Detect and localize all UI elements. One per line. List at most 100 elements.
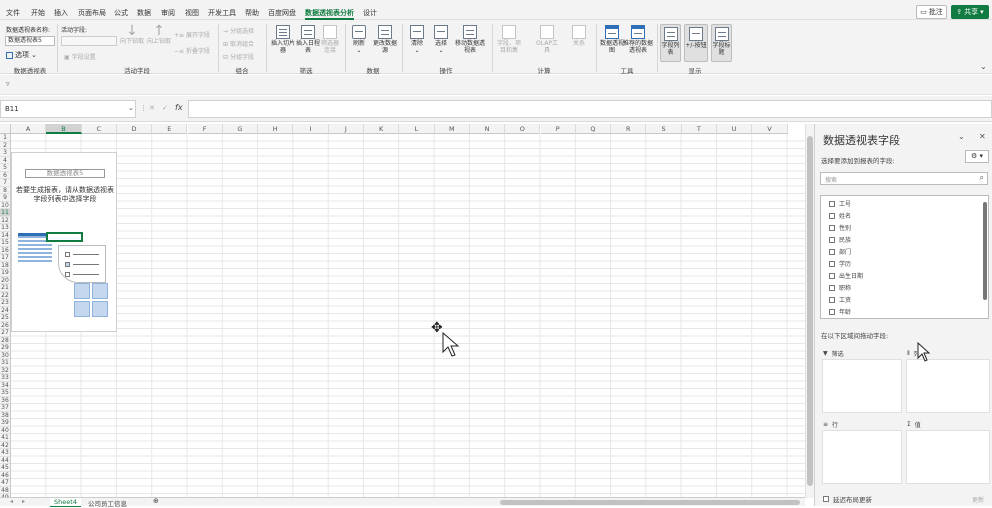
insert-timeline-button[interactable]: 插入日程表 bbox=[295, 25, 321, 54]
row-header[interactable]: 1 bbox=[0, 134, 11, 142]
column-header[interactable]: L bbox=[399, 124, 435, 134]
change-data-source-button[interactable]: 更改数据源 bbox=[372, 25, 398, 54]
row-header[interactable]: 3 bbox=[0, 149, 11, 157]
field-item[interactable]: 学历 bbox=[829, 259, 851, 268]
field-item[interactable]: 年龄 bbox=[829, 307, 851, 316]
field-item[interactable]: 姓名 bbox=[829, 211, 851, 220]
active-field-input[interactable] bbox=[61, 36, 117, 46]
checkbox-icon[interactable] bbox=[829, 224, 835, 231]
field-list-scrollbar[interactable] bbox=[983, 202, 987, 300]
prev-sheet-icon[interactable]: ◂ bbox=[10, 498, 13, 505]
expand-field-button[interactable]: +≡ 展开字段 bbox=[174, 30, 210, 39]
plus-minus-buttons-toggle[interactable]: +/-按钮 bbox=[684, 24, 708, 62]
close-icon[interactable]: ✕ bbox=[979, 132, 986, 141]
row-header[interactable]: 21 bbox=[0, 284, 11, 292]
row-header[interactable]: 26 bbox=[0, 321, 11, 329]
row-header[interactable]: 6 bbox=[0, 171, 11, 179]
row-header[interactable]: 48 bbox=[0, 486, 11, 494]
row-header[interactable]: 36 bbox=[0, 396, 11, 404]
recommended-pivot-button[interactable]: 推荐的数据透视表 bbox=[623, 25, 653, 54]
cancel-icon[interactable]: ✕ bbox=[149, 104, 155, 112]
field-item[interactable]: 出生日期 bbox=[829, 271, 863, 280]
name-box[interactable]: B11 bbox=[0, 100, 136, 118]
horizontal-scroll-thumb[interactable] bbox=[500, 500, 800, 505]
checkbox-icon[interactable] bbox=[829, 296, 835, 303]
rows-drop-area[interactable] bbox=[822, 430, 902, 484]
row-header[interactable]: 38 bbox=[0, 411, 11, 419]
row-header[interactable]: 45 bbox=[0, 464, 11, 472]
chevron-down-icon[interactable]: ⌄ bbox=[958, 132, 965, 141]
group-field-button[interactable]: ⊟ 分组字段 bbox=[223, 52, 254, 61]
row-header[interactable]: 24 bbox=[0, 306, 11, 314]
column-header[interactable]: C bbox=[81, 124, 117, 134]
confirm-icon[interactable]: ✓ bbox=[162, 104, 168, 112]
options-button[interactable]: 选项 ⌄ bbox=[6, 50, 37, 60]
row-header[interactable]: 41 bbox=[0, 434, 11, 442]
row-header[interactable]: 16 bbox=[0, 246, 11, 254]
tab-help[interactable]: 帮助 bbox=[245, 8, 259, 20]
field-settings-button[interactable]: ▣ 字段设置 bbox=[64, 52, 96, 61]
row-header[interactable]: 11 bbox=[0, 209, 11, 217]
column-header[interactable]: S bbox=[646, 124, 682, 134]
filters-drop-area[interactable] bbox=[822, 359, 902, 413]
formula-input[interactable] bbox=[188, 100, 992, 118]
row-header[interactable]: 30 bbox=[0, 351, 11, 359]
row-header[interactable]: 13 bbox=[0, 224, 11, 232]
tab-file[interactable]: 文件 bbox=[6, 8, 20, 20]
tab-baidu-pan[interactable]: 百度网盘 bbox=[268, 8, 296, 20]
field-item[interactable]: 职称 bbox=[829, 283, 851, 292]
field-search-input[interactable]: 搜索 ⌕ bbox=[820, 172, 988, 185]
tab-data[interactable]: 数据 bbox=[137, 8, 151, 20]
tab-page-layout[interactable]: 页面布局 bbox=[78, 8, 106, 20]
row-header[interactable]: 47 bbox=[0, 479, 11, 487]
row-header[interactable]: 25 bbox=[0, 314, 11, 322]
next-sheet-icon[interactable]: ▸ bbox=[22, 498, 25, 505]
row-header[interactable]: 2 bbox=[0, 141, 11, 149]
columns-drop-area[interactable] bbox=[906, 359, 990, 413]
tab-insert[interactable]: 插入 bbox=[54, 8, 68, 20]
pivotchart-button[interactable]: 数据透视图 bbox=[599, 25, 625, 54]
column-header[interactable]: D bbox=[116, 124, 153, 134]
drill-up-button[interactable]: ↑ 向上钻取 bbox=[147, 24, 171, 45]
ribbon-collapse-icon[interactable]: ⌄ bbox=[980, 62, 987, 71]
relationships-button[interactable]: 关系 bbox=[568, 25, 590, 47]
column-header[interactable]: F bbox=[187, 124, 223, 134]
checkbox-icon[interactable] bbox=[829, 212, 835, 219]
drill-down-button[interactable]: ↓ 向下钻取 bbox=[119, 24, 145, 45]
filter-connections-button[interactable]: 筛选器连接 bbox=[319, 25, 341, 54]
column-header[interactable]: I bbox=[293, 124, 329, 134]
row-header[interactable]: 9 bbox=[0, 194, 11, 202]
row-header[interactable]: 17 bbox=[0, 254, 11, 262]
tab-pivot-analyze[interactable]: 数据透视表分析 bbox=[305, 8, 354, 20]
sheet-tab-employees[interactable]: 公司员工信息 bbox=[88, 498, 127, 508]
row-header[interactable]: 34 bbox=[0, 381, 11, 389]
row-header[interactable]: 12 bbox=[0, 216, 11, 224]
select-button[interactable]: 选择 ⌄ bbox=[430, 25, 452, 54]
row-header[interactable]: 31 bbox=[0, 359, 11, 367]
column-header[interactable]: P bbox=[540, 124, 576, 134]
column-header[interactable]: Q bbox=[575, 124, 612, 134]
row-header[interactable]: 27 bbox=[0, 329, 11, 337]
field-item[interactable]: 部门 bbox=[829, 247, 851, 256]
row-header[interactable]: 43 bbox=[0, 449, 11, 457]
checkbox-icon[interactable] bbox=[829, 248, 835, 255]
comment-button[interactable]: ▭ 批注 bbox=[916, 5, 947, 19]
row-header[interactable]: 8 bbox=[0, 186, 11, 194]
checkbox-icon[interactable] bbox=[829, 284, 835, 291]
column-header[interactable]: O bbox=[505, 124, 541, 134]
cell-area[interactable] bbox=[11, 134, 805, 498]
row-header[interactable]: 44 bbox=[0, 456, 11, 464]
field-item[interactable]: 工号 bbox=[829, 199, 851, 208]
row-header[interactable]: 7 bbox=[0, 179, 11, 187]
field-item[interactable]: 工资 bbox=[829, 295, 851, 304]
tab-developer[interactable]: 开发工具 bbox=[208, 8, 236, 20]
share-button[interactable]: ⇪ 共享 ▾ bbox=[951, 5, 989, 19]
vertical-scrollbar[interactable] bbox=[805, 124, 814, 498]
row-header[interactable]: 33 bbox=[0, 374, 11, 382]
field-headers-toggle[interactable]: 字段标题 bbox=[711, 24, 732, 62]
row-header[interactable]: 32 bbox=[0, 366, 11, 374]
group-selection-button[interactable]: → 分组选择 bbox=[223, 26, 254, 35]
add-sheet-icon[interactable]: ⊕ bbox=[153, 497, 159, 505]
column-header[interactable]: V bbox=[752, 124, 788, 134]
checkbox-icon[interactable] bbox=[829, 308, 835, 315]
